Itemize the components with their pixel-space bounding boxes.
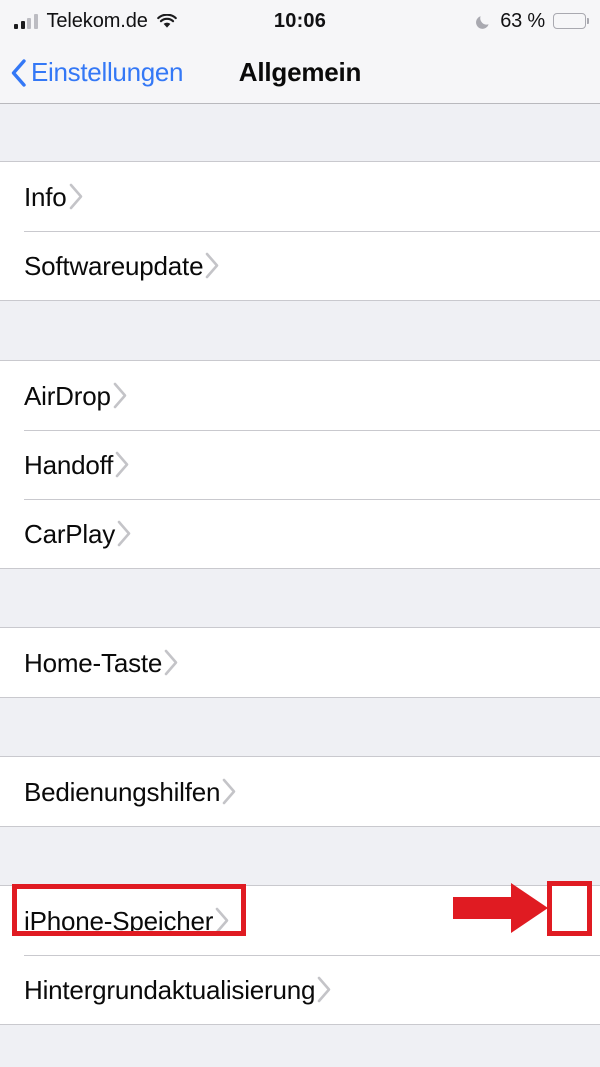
- chevron-right-icon: [213, 906, 230, 935]
- section-gap-bottom: [0, 1025, 600, 1067]
- settings-row-hintergrundaktualisierung[interactable]: Hintergrundaktualisierung: [0, 955, 600, 1024]
- settings-row-home-taste[interactable]: Home-Taste: [0, 628, 600, 697]
- settings-row-airdrop[interactable]: AirDrop: [0, 361, 600, 430]
- settings-group-2: AirDrop Handoff CarPlay: [0, 361, 600, 569]
- chevron-right-icon: [203, 251, 220, 280]
- chevron-right-icon: [315, 975, 332, 1004]
- row-label: Info: [24, 181, 67, 212]
- settings-group-3: Home-Taste: [0, 628, 600, 698]
- section-gap: [0, 827, 600, 886]
- settings-row-softwareupdate[interactable]: Softwareupdate: [0, 231, 600, 300]
- chevron-right-icon: [113, 450, 130, 479]
- row-label: Bedienungshilfen: [24, 776, 221, 807]
- settings-list: Info Softwareupdate AirDrop Handoff CarP…: [0, 104, 600, 1067]
- settings-row-handoff[interactable]: Handoff: [0, 430, 600, 499]
- wifi-icon: [156, 13, 177, 29]
- row-label: iPhone-Speicher: [24, 905, 214, 936]
- section-gap: [0, 104, 600, 162]
- settings-row-carplay[interactable]: CarPlay: [0, 499, 600, 568]
- status-bar: Telekom.de 10:06 63 %: [0, 0, 600, 42]
- status-bar-left: Telekom.de: [14, 10, 177, 33]
- row-label: AirDrop: [24, 380, 111, 411]
- cellular-signal-icon: [14, 13, 38, 29]
- carrier-label: Telekom.de: [46, 9, 148, 32]
- section-gap: [0, 301, 600, 361]
- settings-row-bedienungshilfen[interactable]: Bedienungshilfen: [0, 757, 600, 826]
- chevron-right-icon: [220, 777, 237, 806]
- chevron-right-icon: [111, 381, 128, 410]
- navigation-bar: Einstellungen Allgemein: [0, 42, 600, 104]
- settings-group-5: iPhone-Speicher Hintergrundaktualisierun…: [0, 886, 600, 1025]
- row-label: Softwareupdate: [24, 250, 204, 281]
- row-label: Handoff: [24, 449, 114, 480]
- back-button[interactable]: Einstellungen: [0, 57, 184, 88]
- moon-crescent-icon: [475, 13, 492, 30]
- battery-icon: [553, 13, 586, 29]
- row-label: CarPlay: [24, 518, 116, 549]
- iphone-settings-screen: Telekom.de 10:06 63 % Einstellungen Allg…: [0, 0, 600, 1067]
- section-gap: [0, 698, 600, 757]
- battery-percent-label: 63 %: [500, 9, 545, 32]
- settings-group-4: Bedienungshilfen: [0, 757, 600, 827]
- chevron-right-icon: [162, 648, 179, 677]
- chevron-right-icon: [115, 519, 132, 548]
- section-gap: [0, 569, 600, 628]
- settings-group-1: Info Softwareupdate: [0, 162, 600, 301]
- chevron-right-icon: [67, 182, 84, 211]
- back-button-label: Einstellungen: [31, 57, 184, 87]
- settings-row-info[interactable]: Info: [0, 162, 600, 231]
- row-label: Home-Taste: [24, 647, 163, 678]
- row-label: Hintergrundaktualisierung: [24, 974, 316, 1005]
- settings-row-iphone-speicher[interactable]: iPhone-Speicher: [0, 886, 600, 955]
- status-bar-right: 63 %: [475, 10, 586, 33]
- chevron-left-icon: [10, 58, 27, 88]
